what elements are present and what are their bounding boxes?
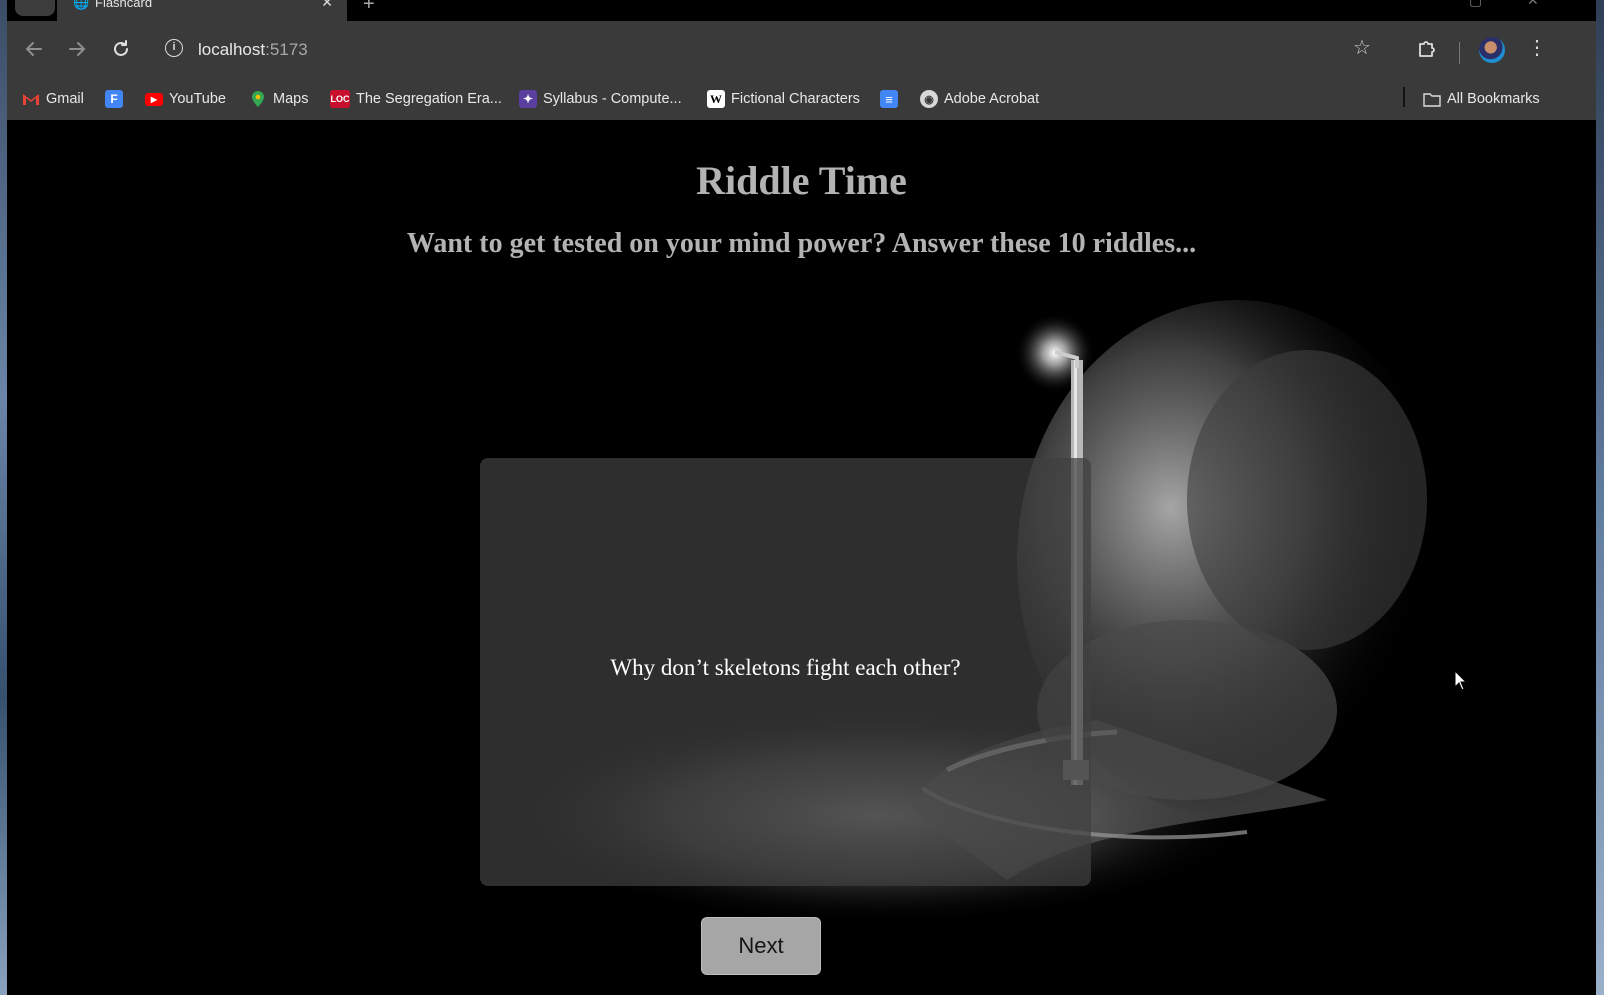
syllabus-icon: ✦	[519, 90, 537, 108]
bookmark-forms[interactable]: F	[105, 87, 129, 111]
page-title: Riddle Time	[696, 158, 907, 203]
url-port: :5173	[265, 40, 308, 59]
bookmarks-separator	[1403, 87, 1405, 107]
bookmarks-bar: Gmail F ▶ YouTube Maps LOC The Segregati…	[7, 78, 1596, 120]
arrow-right-icon	[69, 42, 86, 56]
bookmark-docs[interactable]: ≡	[880, 87, 904, 111]
bookmark-youtube[interactable]: ▶ YouTube	[145, 87, 226, 111]
globe-icon: 🌐	[73, 0, 90, 10]
bookmark-label: The Segregation Era...	[356, 91, 502, 107]
desktop-wallpaper-edge-right	[1596, 0, 1604, 995]
desktop-wallpaper-edge	[0, 0, 7, 995]
flashcard-question: Why don’t skeletons fight each other?	[610, 655, 961, 680]
gmail-icon	[22, 90, 40, 108]
wikipedia-icon: W	[707, 90, 725, 108]
all-bookmarks-button[interactable]: All Bookmarks	[1423, 87, 1540, 111]
bookmark-label: Maps	[273, 91, 309, 107]
bookmark-label: YouTube	[169, 91, 226, 107]
next-button[interactable]: Next	[701, 917, 821, 975]
page-content: Riddle Time Want to get tested on your m…	[7, 120, 1596, 995]
arrow-left-icon	[25, 42, 42, 56]
reload-button[interactable]	[107, 35, 135, 63]
globe-icon: ◉	[920, 90, 938, 108]
profile-avatar[interactable]	[1479, 37, 1505, 63]
more-menu-icon[interactable]: ⋮	[1527, 34, 1547, 62]
maximize-icon[interactable]: ▢	[1469, 0, 1482, 9]
mouse-pointer-icon	[1454, 670, 1468, 691]
flashcard[interactable]: Why don’t skeletons fight each other?	[480, 458, 1091, 886]
forms-icon: F	[105, 90, 123, 108]
tab-title: Flashcard	[95, 0, 153, 10]
bookmark-maps[interactable]: Maps	[249, 87, 308, 111]
reload-icon	[114, 40, 128, 56]
loc-icon: LOC	[330, 90, 350, 108]
back-button[interactable]	[20, 35, 48, 63]
page-subtitle: Want to get tested on your mind power? A…	[406, 228, 1197, 259]
youtube-icon: ▶	[145, 92, 163, 106]
bookmark-label: Fictional Characters	[731, 91, 860, 107]
bookmark-fictional-characters[interactable]: W Fictional Characters	[707, 87, 860, 111]
url-text: localhost:5173	[198, 40, 308, 60]
toolbar-separator	[1459, 42, 1460, 64]
browser-window: 🌐 Flashcard ✕ + ▢ ✕ i localhost:5173 ☆ ⋮…	[7, 0, 1596, 995]
all-bookmarks-label: All Bookmarks	[1447, 91, 1540, 107]
bookmark-adobe-acrobat[interactable]: ◉ Adobe Acrobat	[920, 87, 1039, 111]
info-icon[interactable]: i	[165, 39, 183, 57]
bookmark-gmail[interactable]: Gmail	[22, 87, 84, 111]
forward-button[interactable]	[63, 35, 91, 63]
folder-icon	[1423, 90, 1441, 108]
close-window-icon[interactable]: ✕	[1527, 0, 1539, 9]
bookmark-segregation-era[interactable]: LOC The Segregation Era...	[330, 87, 502, 111]
close-icon[interactable]: ✕	[321, 0, 333, 10]
docs-icon: ≡	[880, 90, 898, 108]
url-host: localhost	[198, 40, 266, 59]
bookmark-syllabus[interactable]: ✦ Syllabus - Compute...	[519, 87, 682, 111]
extensions-icon[interactable]	[1413, 34, 1441, 62]
bookmark-label: Syllabus - Compute...	[543, 91, 682, 107]
tab-search-button[interactable]	[15, 0, 55, 16]
tab-flashcard[interactable]: 🌐 Flashcard ✕	[57, 0, 347, 21]
maps-icon	[249, 90, 267, 108]
tab-strip: 🌐 Flashcard ✕ + ▢ ✕	[7, 0, 1596, 21]
bookmark-label: Adobe Acrobat	[944, 91, 1040, 107]
bookmark-star-icon[interactable]: ☆	[1353, 34, 1371, 62]
browser-toolbar: i localhost:5173 ☆ ⋮	[7, 21, 1596, 78]
address-bar[interactable]: i localhost:5173	[155, 29, 1415, 69]
bookmark-label: Gmail	[46, 91, 84, 107]
new-tab-button[interactable]: +	[363, 0, 375, 14]
